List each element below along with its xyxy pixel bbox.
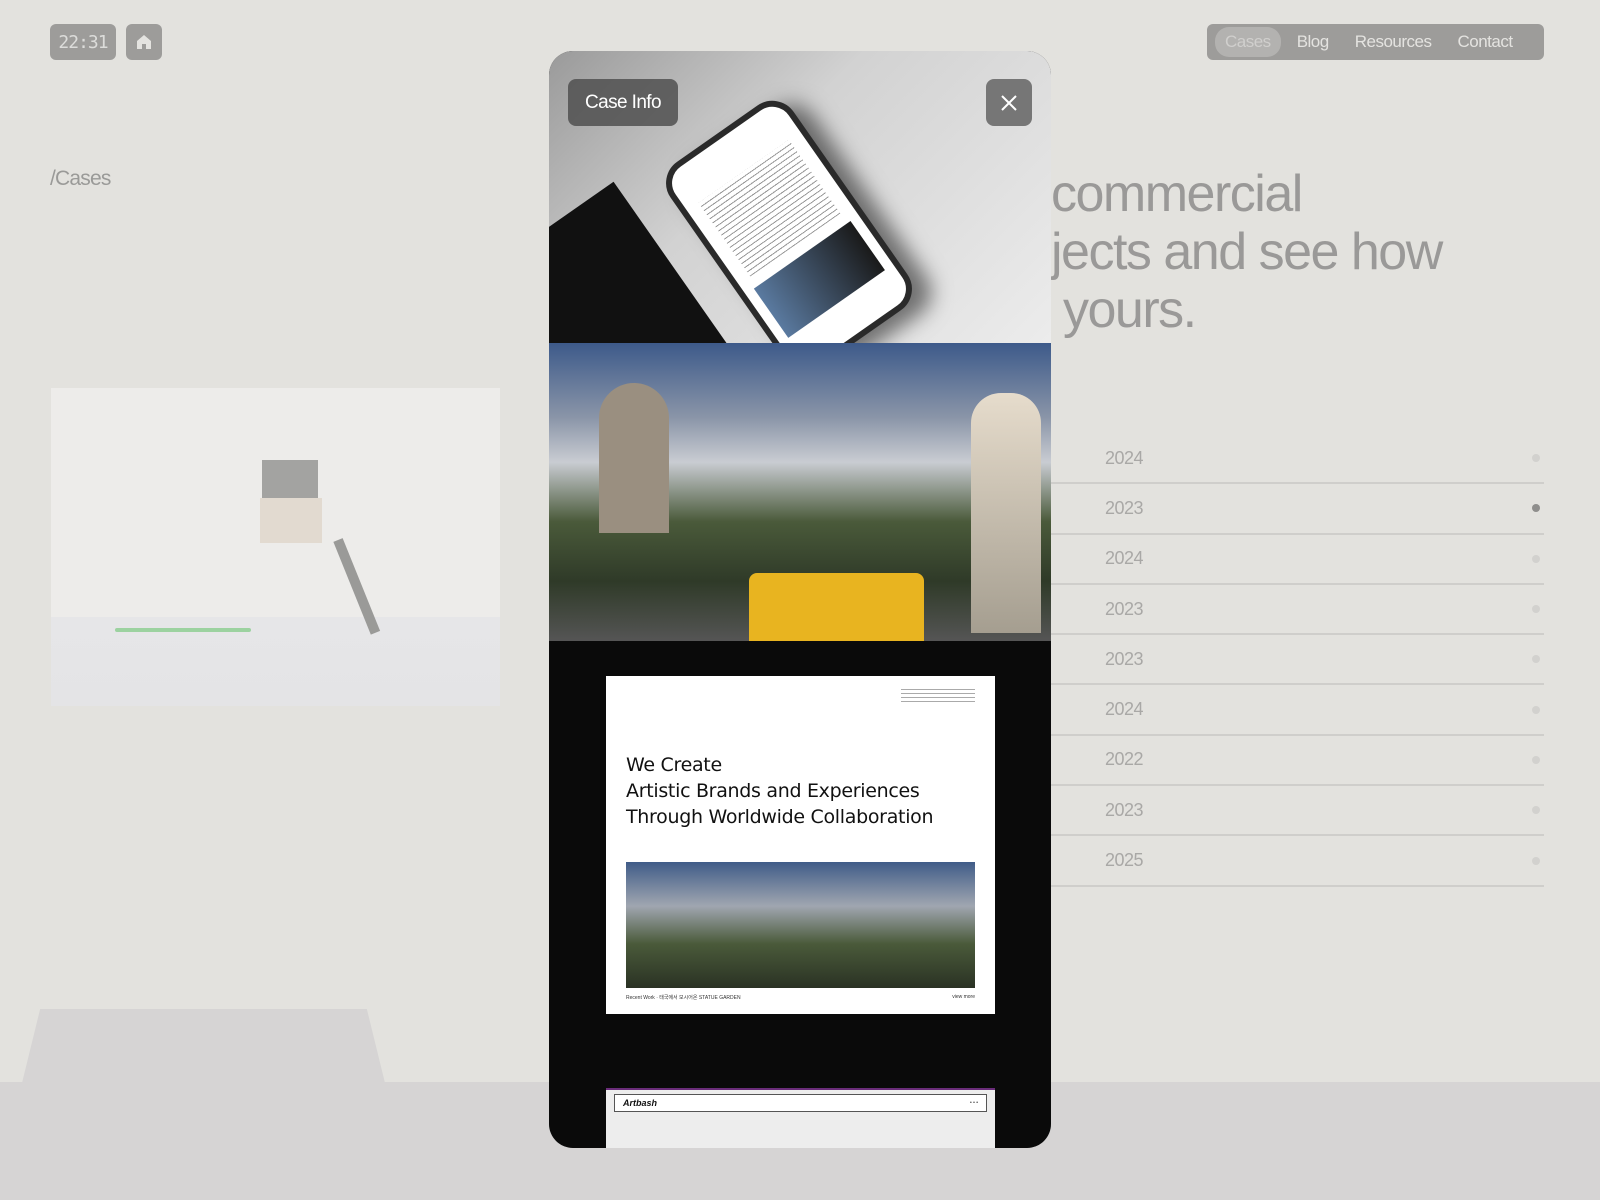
heading-line: commercial — [1051, 165, 1303, 223]
card-title: We Create Artistic Brands and Experience… — [626, 752, 934, 830]
main-nav: Cases Blog Resources Contact — [1207, 24, 1544, 60]
breadcrumb: /Cases — [50, 167, 111, 190]
nav-blog[interactable]: Blog — [1287, 27, 1339, 57]
home-icon — [137, 35, 151, 49]
case-row[interactable]: 2023 — [1051, 585, 1544, 636]
case-year: 2025 — [1105, 850, 1144, 871]
title-line: Through Worldwide Collaboration — [626, 806, 934, 828]
title-line: We Create — [626, 754, 722, 776]
case-year: 2023 — [1105, 799, 1144, 820]
page-heading: commercial jects and see how yours. — [1051, 165, 1443, 339]
heading-line: yours. — [1063, 281, 1197, 339]
case-list: 2024 2023 2024 2023 2023 2024 2022 2023 2025 — [1051, 434, 1544, 887]
card-caption: Recent Work · 태국에서 모시어온 STATUE GARDEN — [626, 995, 741, 1001]
dot-indicator — [1532, 605, 1540, 614]
case-row[interactable]: 2024 — [1051, 434, 1544, 485]
card-link: view more — [952, 994, 975, 1000]
taxi — [749, 573, 924, 641]
dot-indicator — [1532, 554, 1540, 563]
dot-indicator — [1532, 655, 1540, 664]
website-screenshot: We Create Artistic Brands and Experience… — [606, 676, 995, 1014]
heading-line: jects and see how — [1051, 223, 1443, 281]
nav-contact[interactable]: Contact — [1447, 27, 1522, 57]
case-year: 2023 — [1105, 648, 1144, 669]
object-box — [262, 460, 318, 498]
dot-indicator — [1532, 806, 1540, 815]
case-modal: We Create Artistic Brands and Experience… — [549, 51, 1051, 1148]
statue — [599, 383, 669, 533]
case-preview-image[interactable] — [51, 388, 500, 706]
case-row[interactable]: 2025 — [1051, 836, 1544, 887]
case-year: 2024 — [1105, 447, 1144, 468]
website-screenshot-2: Artbash • • • — [606, 1088, 995, 1148]
case-row[interactable]: 2024 — [1051, 535, 1544, 585]
case-year: 2024 — [1105, 548, 1144, 569]
close-icon — [1001, 94, 1017, 111]
case-info-button[interactable]: Case Info — [568, 79, 678, 126]
nav-resources[interactable]: Resources — [1345, 27, 1442, 57]
close-button[interactable] — [986, 79, 1032, 126]
site-links: • • • — [969, 1100, 978, 1106]
home-button[interactable] — [126, 24, 162, 60]
title-line: Artistic Brands and Experiences — [626, 780, 920, 802]
dot-indicator — [1532, 504, 1540, 513]
site-logo: Artbash — [623, 1098, 658, 1108]
object-stand — [333, 538, 381, 635]
case-row[interactable]: 2023 — [1051, 786, 1544, 837]
case-row[interactable]: 2024 — [1051, 685, 1544, 736]
case-row[interactable]: 2023 — [1051, 635, 1544, 686]
case-row[interactable]: 2023 — [1051, 484, 1544, 535]
case-year: 2023 — [1105, 497, 1144, 518]
site-header: Artbash • • • — [614, 1094, 987, 1112]
clock: 22:31 — [50, 24, 116, 60]
case-row[interactable]: 2022 — [1051, 736, 1544, 787]
card-image — [626, 862, 975, 988]
dot-indicator — [1532, 705, 1540, 714]
case-year: 2022 — [1105, 749, 1144, 770]
statue — [971, 393, 1041, 633]
tiny-text — [901, 686, 975, 702]
object-box — [260, 498, 322, 543]
case-year: 2024 — [1105, 699, 1144, 720]
dot-indicator — [1532, 856, 1540, 865]
dot-indicator — [1532, 454, 1540, 463]
statue-garden-image — [549, 343, 1051, 641]
case-year: 2023 — [1105, 598, 1144, 619]
nav-cases[interactable]: Cases — [1215, 27, 1281, 57]
object-cable — [115, 628, 251, 632]
bottom-tab — [22, 1009, 385, 1083]
dot-indicator — [1532, 755, 1540, 764]
